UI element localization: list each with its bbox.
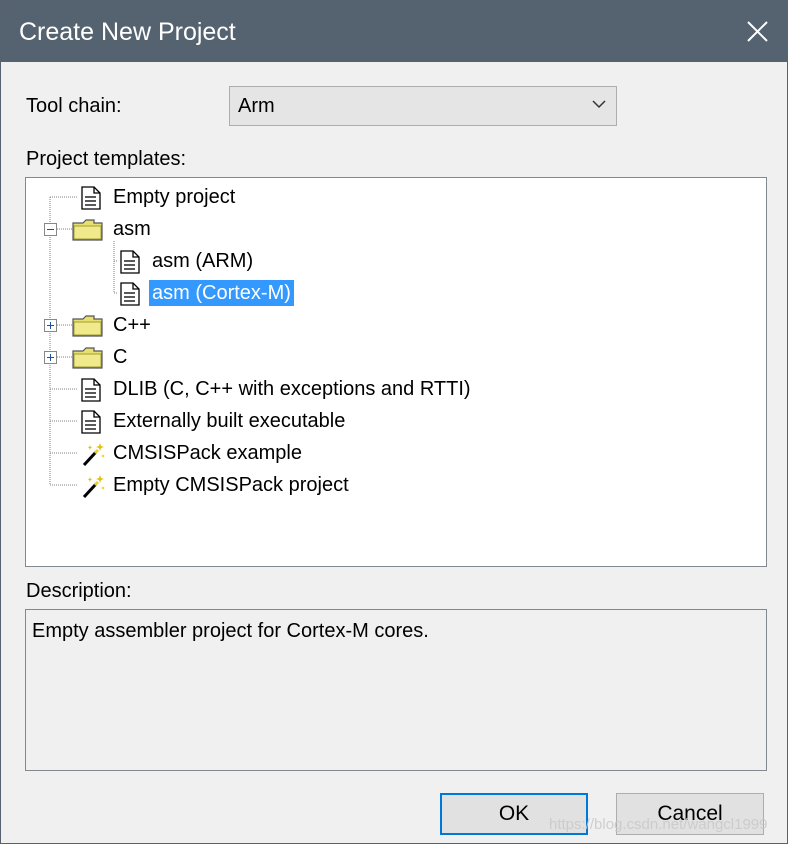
project-templates-label: Project templates: — [26, 148, 187, 170]
tree-item-label: asm (ARM) — [152, 250, 254, 272]
project-templates-tree[interactable]: Empty project asm asm (ARM) asm (Cortex-M) C… — [25, 177, 767, 567]
close-icon — [747, 21, 768, 42]
toolchain-label: Tool chain: — [26, 95, 122, 117]
tree-item-label: C — [113, 346, 128, 368]
chevron-down-icon — [592, 100, 606, 109]
tree-item[interactable]: asm (ARM) — [26, 247, 764, 275]
toolchain-selected-value: Arm — [238, 95, 275, 117]
close-button[interactable] — [727, 1, 787, 62]
collapse-icon[interactable] — [44, 223, 57, 236]
magic-wand-icon — [80, 474, 106, 505]
tree-item-label: C++ — [113, 314, 151, 336]
tree-item-label: DLIB (C, C++ with exceptions and RTTI) — [113, 378, 471, 400]
tree-item-label: asm (Cortex-M) — [149, 280, 294, 306]
watermark: https://blog.csdn.net/wangcl1999 — [549, 816, 768, 833]
magic-wand-icon — [80, 442, 106, 473]
toolchain-dropdown[interactable]: Arm — [229, 86, 617, 126]
tree-item-label: Empty CMSISPack project — [113, 474, 349, 496]
document-icon — [80, 186, 102, 215]
title-bar: Create New Project — [1, 1, 787, 62]
dialog-title: Create New Project — [19, 18, 236, 46]
tree-item[interactable]: DLIB (C, C++ with exceptions and RTTI) — [26, 375, 764, 403]
description-box: Empty assembler project for Cortex-M cor… — [25, 609, 767, 771]
folder-icon — [72, 314, 104, 343]
tree-item[interactable]: C++ — [26, 311, 764, 339]
expand-icon[interactable] — [44, 351, 57, 364]
folder-icon — [72, 218, 104, 247]
document-icon — [119, 282, 141, 311]
tree-item[interactable]: Externally built executable — [26, 407, 764, 435]
tree-item-label: Externally built executable — [113, 410, 346, 432]
document-icon — [119, 250, 141, 279]
document-icon — [80, 410, 102, 439]
tree-item[interactable]: asm (Cortex-M) — [26, 279, 764, 307]
folder-icon — [72, 346, 104, 375]
description-label: Description: — [26, 580, 132, 602]
tree-item[interactable]: C — [26, 343, 764, 371]
tree-item-label: asm — [113, 218, 151, 240]
expand-icon[interactable] — [44, 319, 57, 332]
document-icon — [80, 378, 102, 407]
tree-item-label: CMSISPack example — [113, 442, 302, 464]
tree-item[interactable]: Empty CMSISPack project — [26, 471, 764, 499]
tree-item[interactable]: asm — [26, 215, 764, 243]
tree-item[interactable]: CMSISPack example — [26, 439, 764, 467]
tree-item[interactable]: Empty project — [26, 183, 764, 211]
tree-item-label: Empty project — [113, 186, 236, 208]
create-new-project-dialog: Create New Project Tool chain: Arm Proje… — [0, 0, 788, 844]
description-text: Empty assembler project for Cortex-M cor… — [32, 620, 429, 642]
